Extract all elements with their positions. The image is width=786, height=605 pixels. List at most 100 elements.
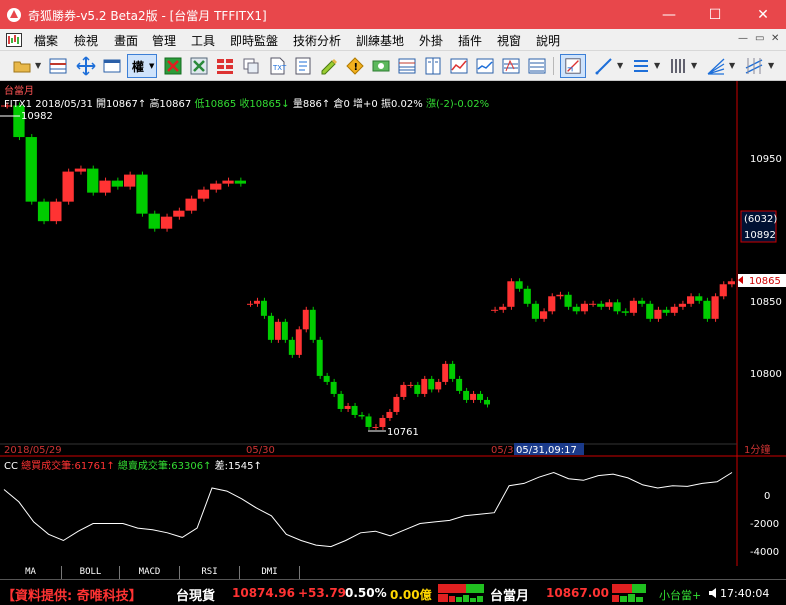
price-candle	[654, 309, 662, 319]
chart-canvas[interactable]: 10865 10982 10761 10950 10850 10800 (603…	[0, 81, 786, 566]
price-candle	[148, 213, 160, 229]
menu-training[interactable]: 訓練基地	[356, 32, 404, 49]
parallel-lines-icon[interactable]	[744, 56, 764, 76]
price-candle	[670, 306, 678, 313]
price-axis-tick-10850: 10850	[750, 297, 782, 308]
price-candle	[372, 426, 379, 428]
price-candle	[470, 393, 477, 400]
price-series	[1, 102, 735, 430]
price-axis-tick-10950: 10950	[750, 154, 782, 165]
close-button[interactable]: ✕	[740, 0, 786, 29]
copy-icon[interactable]	[241, 56, 261, 76]
price-candle	[344, 405, 351, 409]
menu-file[interactable]: 檔案	[34, 32, 58, 49]
line-chart-icon[interactable]	[449, 56, 469, 76]
price-candle	[540, 311, 548, 319]
green-mark-icon[interactable]	[189, 56, 209, 76]
mdi-restore-button[interactable]: ▭	[755, 33, 764, 44]
toolbar-separator	[553, 57, 554, 75]
window-title: 奇狐勝券-v5.2 Beta2版 - [台當月 TFFITX1]	[28, 9, 267, 23]
panel-icon[interactable]	[102, 56, 122, 76]
price-candle	[456, 378, 463, 391]
pencil-icon[interactable]	[319, 56, 339, 76]
menu-plugin[interactable]: 外掛	[419, 32, 443, 49]
price-candle	[281, 321, 288, 340]
menu-screen[interactable]: 畫面	[114, 32, 138, 49]
fan-icon[interactable]	[706, 56, 726, 76]
price-candle	[136, 174, 148, 214]
quote-volume: 量886↑	[292, 99, 331, 110]
data-provider: 【資料提供: 奇唯科技】	[2, 589, 142, 604]
quote-symbol: FITX1	[4, 99, 33, 110]
bars-icon[interactable]	[668, 56, 688, 76]
chart-area[interactable]: 10865 10982 10761 10950 10850 10800 (603…	[0, 81, 786, 579]
minimize-button[interactable]: —	[646, 0, 692, 29]
tab-dmi[interactable]: DMI	[240, 566, 300, 579]
parallel-dropdown-icon[interactable]: ▼	[768, 61, 774, 70]
price-candle	[316, 339, 323, 376]
price-candle	[463, 390, 470, 400]
tab-rsi[interactable]: RSI	[180, 566, 240, 579]
text-lines-icon[interactable]	[631, 56, 651, 76]
notes-icon[interactable]	[293, 56, 313, 76]
trend-line-icon[interactable]	[594, 56, 614, 76]
period-label[interactable]: 1分鐘	[744, 443, 770, 456]
alert-icon[interactable]: !	[345, 56, 365, 76]
red-mark-icon[interactable]	[163, 56, 183, 76]
menu-manage[interactable]: 管理	[152, 32, 176, 49]
book-icon[interactable]	[423, 56, 443, 76]
menu-addons[interactable]: 插件	[458, 32, 482, 49]
price-candle	[400, 384, 407, 397]
mdi-close-button[interactable]: ✕	[771, 33, 779, 44]
price-candle	[197, 189, 210, 199]
grid-lines-icon[interactable]	[527, 56, 547, 76]
bars-dropdown-icon[interactable]: ▼	[691, 61, 697, 70]
bar-chart-icon[interactable]	[475, 56, 495, 76]
file-icon[interactable]: TXT	[267, 56, 287, 76]
tab-boll[interactable]: BOLL	[62, 566, 120, 579]
price-candle	[309, 309, 316, 340]
draw-tool-icon	[565, 58, 581, 74]
open-dropdown-icon[interactable]: ▼	[35, 61, 41, 70]
speaker-icon[interactable]	[708, 587, 718, 599]
crosshair-icon[interactable]	[76, 56, 96, 76]
menu-tech-analysis[interactable]: 技術分析	[293, 32, 341, 49]
price-candle	[646, 303, 654, 319]
rights-button[interactable]: 權 ▼	[127, 54, 157, 78]
price-candle	[330, 381, 337, 394]
lines-dropdown-icon[interactable]: ▼	[654, 61, 660, 70]
menu-live-monitor[interactable]: 即時監盤	[230, 32, 278, 49]
price-candle	[515, 281, 523, 289]
maximize-button[interactable]: ☐	[692, 0, 738, 29]
price-candle	[507, 281, 515, 307]
price-candle	[173, 210, 185, 217]
tab-ma[interactable]: MA	[0, 566, 62, 579]
zoom-icon[interactable]	[501, 56, 521, 76]
menu-view[interactable]: 檢視	[74, 32, 98, 49]
price-candle	[37, 201, 50, 222]
grid-icon[interactable]	[48, 56, 68, 76]
spot-volume: 0.00億	[390, 588, 432, 602]
price-candle	[678, 303, 686, 307]
menu-tools[interactable]: 工具	[191, 32, 215, 49]
indicator-line	[3, 471, 733, 548]
price-candle	[99, 180, 111, 193]
layout-icon[interactable]	[215, 56, 235, 76]
open-folder-icon[interactable]	[12, 56, 32, 76]
clock: 17:40:04	[720, 587, 770, 600]
draw-tool-button[interactable]	[560, 54, 586, 78]
quote-line: FITX1 2018/05/31 開10867↑ 高10867 低10865 收…	[4, 95, 489, 110]
menu-help[interactable]: 說明	[536, 32, 560, 49]
table-icon[interactable]	[397, 56, 417, 76]
money-icon[interactable]	[371, 56, 391, 76]
price-candle	[499, 306, 507, 310]
tab-macd[interactable]: MACD	[120, 566, 180, 579]
mdi-minimize-button[interactable]: —	[738, 33, 748, 44]
indicator-name: CC	[4, 461, 18, 472]
menu-window[interactable]: 視窗	[497, 32, 521, 49]
trend-dropdown-icon[interactable]: ▼	[617, 61, 623, 70]
price-candle	[50, 201, 62, 222]
price-candle	[87, 168, 99, 193]
price-candle	[727, 281, 735, 285]
fan-dropdown-icon[interactable]: ▼	[729, 61, 735, 70]
